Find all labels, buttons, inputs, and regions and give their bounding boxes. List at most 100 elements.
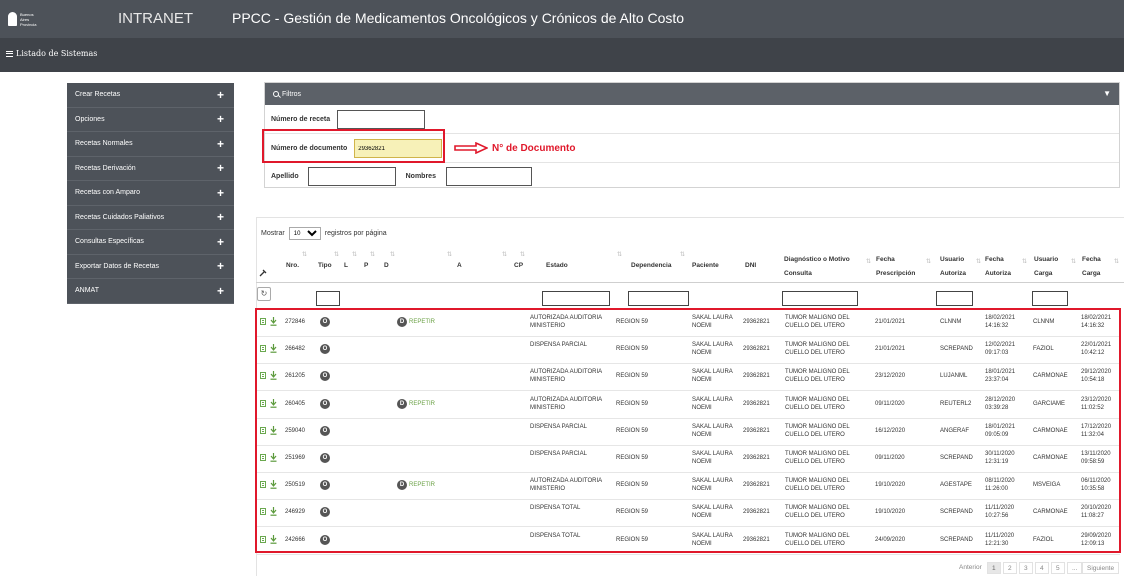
- col-p[interactable]: P: [364, 262, 368, 270]
- filters-title: Filtros: [282, 90, 302, 98]
- plus-icon: +: [216, 112, 224, 127]
- col-l[interactable]: L: [344, 262, 348, 270]
- header-divider: [256, 282, 1124, 283]
- col-fecha-aut-line1: Fecha: [985, 256, 1004, 263]
- systems-list-label: Listado de Sistemas: [16, 49, 98, 58]
- col-nro[interactable]: Nro.: [286, 262, 299, 270]
- pagination-page-2[interactable]: 2: [1003, 562, 1017, 574]
- sort-icon: ⇅: [447, 252, 453, 258]
- sidebar-item-anmat[interactable]: ANMAT +: [67, 279, 234, 304]
- sidebar-item-label: Consultas Específicas: [75, 238, 144, 246]
- filter-tipo-input[interactable]: [316, 291, 340, 306]
- col-tipo[interactable]: Tipo: [318, 262, 332, 270]
- search-icon: [273, 91, 279, 97]
- col-a[interactable]: A: [457, 262, 462, 270]
- page-size-select[interactable]: 10: [288, 227, 321, 240]
- sort-icon: ⇅: [502, 252, 508, 258]
- filter-estado-input[interactable]: [542, 291, 610, 306]
- receta-input[interactable]: [337, 110, 426, 129]
- page-title: PPCC - Gestión de Medicamentos Oncológic…: [232, 10, 685, 26]
- pagination-page-1[interactable]: 1: [987, 562, 1001, 574]
- col-fecha-carga[interactable]: Fecha Carga: [1082, 256, 1101, 278]
- sort-icon: ⇅: [390, 252, 396, 258]
- sidebar-item-recetas-derivacion[interactable]: Recetas Derivación +: [67, 157, 234, 181]
- pagination-next[interactable]: Siguiente: [1082, 562, 1120, 574]
- province-logo: Buenos Aires Provincia: [8, 8, 58, 30]
- col-fecha-presc-line2: Prescripción: [876, 270, 916, 277]
- sort-icon: ⇅: [680, 252, 686, 258]
- sidebar-item-label: ANMAT: [75, 287, 99, 295]
- pagination-page-3[interactable]: 3: [1019, 562, 1033, 574]
- col-usuario-aut-line2: Autoriza: [940, 270, 966, 277]
- results-highlight-box: [255, 308, 1121, 553]
- col-fecha-aut-line2: Autoriza: [985, 270, 1011, 277]
- nombres-input[interactable]: [445, 167, 532, 186]
- sort-icon: ⇅: [866, 259, 872, 265]
- sort-icon: ⇅: [926, 259, 932, 265]
- plus-icon: +: [216, 87, 224, 102]
- sidebar-item-opciones[interactable]: Opciones +: [67, 108, 234, 132]
- plus-icon: +: [216, 210, 224, 225]
- col-d[interactable]: D: [384, 262, 389, 270]
- col-diagnostico[interactable]: Diagnóstico o Motivo Consulta: [784, 256, 850, 278]
- col-diagnostico-line2: Consulta: [784, 270, 812, 277]
- sort-icon: ⇅: [520, 252, 526, 258]
- col-usuario-carga[interactable]: Usuario Carga: [1034, 256, 1058, 278]
- filter-usuario-carga-input[interactable]: [1032, 291, 1068, 306]
- plus-icon: +: [216, 259, 224, 274]
- pagination-page-5[interactable]: 5: [1051, 562, 1065, 574]
- sidebar-item-label: Recetas con Amparo: [75, 189, 140, 197]
- col-cp[interactable]: CP: [514, 262, 523, 270]
- top-bar: Buenos Aires Provincia INTRANET PPCC - G…: [0, 0, 1124, 38]
- logo-line-3: Provincia: [20, 21, 37, 27]
- plus-icon: +: [216, 161, 224, 176]
- refresh-button[interactable]: ↻: [257, 287, 271, 301]
- nombre-row: Apellido Nombres: [271, 167, 532, 186]
- plus-icon: +: [216, 234, 224, 249]
- plus-icon: +: [216, 185, 224, 200]
- apellido-input[interactable]: [307, 167, 396, 186]
- col-fecha-presc-line1: Fecha: [876, 256, 895, 263]
- annotation-label: N° de Documento: [492, 142, 576, 154]
- filter-usuario-autoriza-input[interactable]: [936, 291, 973, 306]
- filter-dependencia-input[interactable]: [628, 291, 689, 306]
- col-dni[interactable]: DNI: [745, 262, 756, 270]
- sidebar-item-recetas-amparo[interactable]: Recetas con Amparo +: [67, 181, 234, 206]
- pagination-ellipsis: ...: [1067, 562, 1083, 574]
- pagination-page-4[interactable]: 4: [1035, 562, 1049, 574]
- sidebar-item-consultas-especificas[interactable]: Consultas Específicas +: [67, 230, 234, 255]
- col-fecha-autoriza[interactable]: Fecha Autoriza: [985, 256, 1011, 278]
- sidebar: Crear Recetas + Opciones + Recetas Normale…: [67, 83, 234, 304]
- pagination-prev[interactable]: Anterior: [955, 562, 986, 574]
- col-paciente[interactable]: Paciente: [692, 262, 719, 270]
- sidebar-item-label: Exportar Datos de Recetas: [75, 262, 160, 270]
- col-fecha-prescripcion[interactable]: Fecha Prescripción: [876, 256, 915, 278]
- sidebar-item-recetas-normales[interactable]: Recetas Normales +: [67, 132, 234, 157]
- sidebar-item-exportar-datos[interactable]: Exportar Datos de Recetas +: [67, 255, 234, 279]
- filter-diagnostico-input[interactable]: [782, 291, 858, 306]
- systems-bar: Listado de Sistemas: [0, 38, 1124, 72]
- col-dependencia[interactable]: Dependencia: [631, 262, 671, 270]
- apellido-label: Apellido: [271, 173, 299, 180]
- sort-icon: ⇅: [352, 252, 358, 258]
- page-size-control: Mostrar 10 registros por página: [261, 227, 387, 240]
- systems-list-link[interactable]: Listado de Sistemas: [6, 49, 97, 58]
- col-fecha-carga-line1: Fecha: [1082, 256, 1101, 263]
- col-usuario-autoriza[interactable]: Usuario Autoriza: [940, 256, 966, 278]
- plus-icon: +: [216, 136, 224, 151]
- filters-header[interactable]: Filtros ▼: [265, 83, 1119, 105]
- sidebar-item-label: Recetas Normales: [75, 140, 133, 148]
- chevron-down-icon[interactable]: ▼: [1103, 89, 1111, 98]
- menu-icon: [6, 50, 13, 57]
- sort-icon: ⇅: [1022, 259, 1028, 265]
- sort-icon: ⇅: [370, 252, 376, 258]
- col-usuario-aut-line1: Usuario: [940, 256, 965, 263]
- col-estado[interactable]: Estado: [546, 262, 568, 270]
- documento-annotation: N° de Documento: [454, 142, 575, 154]
- sort-icon: ⇅: [302, 252, 308, 258]
- red-arrow-icon: [454, 142, 488, 154]
- sort-icon: ⇅: [1071, 259, 1077, 265]
- sidebar-item-cuidados-paliativos[interactable]: Recetas Cuidados Paliativos +: [67, 206, 234, 230]
- sidebar-item-crear-recetas[interactable]: Crear Recetas +: [67, 83, 234, 108]
- sort-icon: ⇅: [1114, 259, 1120, 265]
